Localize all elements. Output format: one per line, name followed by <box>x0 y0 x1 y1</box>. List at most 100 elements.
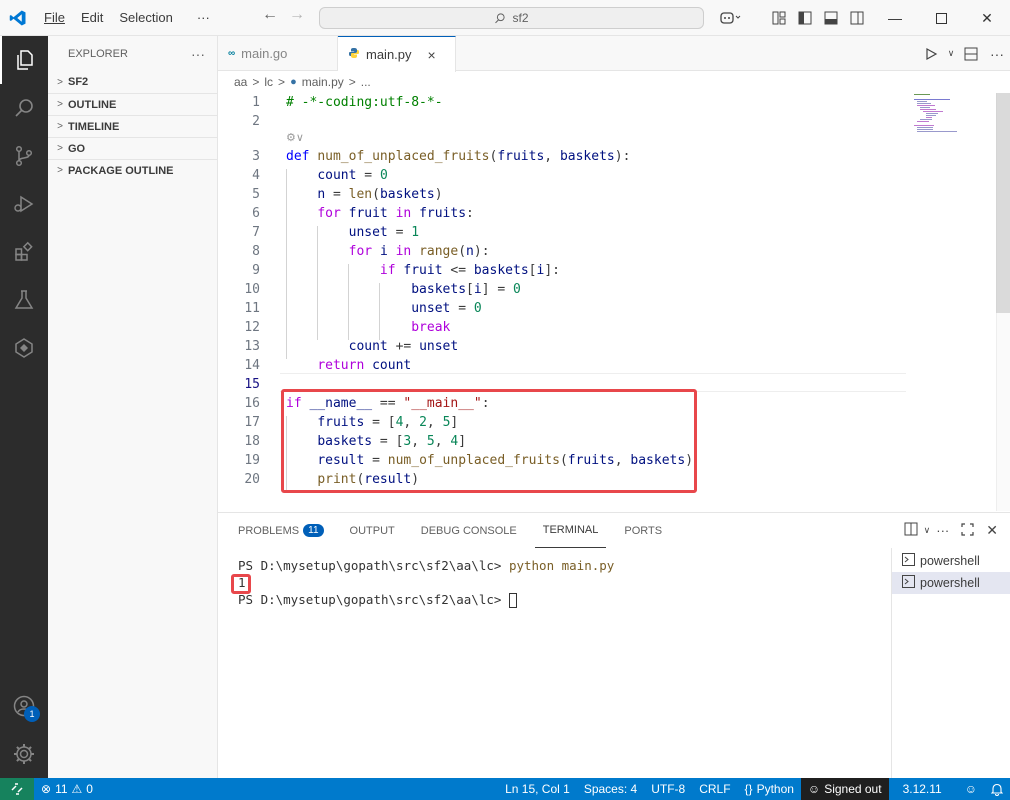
tab-main-py[interactable]: main.py × <box>338 36 456 72</box>
menu-edit[interactable]: Edit <box>73 0 111 36</box>
copilot-icon[interactable] <box>714 0 748 36</box>
toggle-sidebar-icon[interactable] <box>792 0 818 36</box>
indentation[interactable]: Spaces: 4 <box>577 778 644 800</box>
copilot-status-icon[interactable]: ☺ <box>949 778 984 800</box>
close-window-button[interactable]: ✕ <box>964 0 1010 36</box>
section-go[interactable]: > GO <box>48 137 217 159</box>
terminal-line[interactable]: PS D:\mysetup\gopath\src\sf2\aa\lc> <box>238 591 517 608</box>
terminal-prompt: PS D:\mysetup\gopath\src\sf2\aa\lc> <box>238 592 509 607</box>
section-timeline[interactable]: > TIMELINE <box>48 115 217 137</box>
breadcrumb-file[interactable]: main.py <box>302 75 344 89</box>
menu-selection-label: Selection <box>119 9 173 25</box>
explorer-icon[interactable] <box>0 36 48 84</box>
language-mode[interactable]: {} Python <box>738 778 801 800</box>
code-editor[interactable]: 1 # -*-coding:utf-8-*- 2 ⚙∨ 3 def num_of_u… <box>218 93 1010 511</box>
run-debug-icon[interactable] <box>0 180 48 228</box>
settings-gear-icon[interactable] <box>0 730 48 778</box>
menu-selection[interactable]: Selection <box>111 0 180 36</box>
tab-main-go[interactable]: ∞ main.go <box>218 36 338 71</box>
breadcrumb-symbols[interactable]: ... <box>361 75 371 89</box>
end-of-line[interactable]: CRLF <box>692 778 737 800</box>
section-package-outline[interactable]: > PACKAGE OUTLINE <box>48 159 217 181</box>
menu-file[interactable]: File <box>36 0 73 36</box>
line-number: 17 <box>244 415 260 430</box>
bottom-panel: PROBLEMS 11 OUTPUT DEBUG CONSOLE TERMINAL… <box>218 512 1010 779</box>
source-control-icon[interactable] <box>0 132 48 180</box>
vscode-logo-icon <box>0 0 36 36</box>
breadcrumb-aa[interactable]: aa <box>234 75 247 89</box>
terminal-instance-2[interactable]: powershell <box>892 572 1010 594</box>
token: n <box>466 244 474 259</box>
panel-more-icon[interactable]: ··· <box>936 523 949 538</box>
back-arrow-icon[interactable]: ← <box>258 6 282 24</box>
tab-ports[interactable]: PORTS <box>616 513 670 548</box>
terminal-cursor <box>508 593 517 608</box>
token: baskets <box>559 149 615 164</box>
tab-problems[interactable]: PROBLEMS 11 <box>230 513 332 548</box>
extensions-icon[interactable] <box>0 228 48 276</box>
terminal-layout-icon[interactable] <box>904 522 918 539</box>
testing-flask-icon[interactable] <box>0 276 48 324</box>
scrollbar-thumb[interactable] <box>996 93 1010 313</box>
remote-indicator-icon[interactable] <box>0 778 34 800</box>
close-panel-icon[interactable]: ✕ <box>986 522 998 539</box>
menu-more-button[interactable]: ··· <box>189 0 218 36</box>
maximize-panel-icon[interactable] <box>961 522 974 539</box>
editor-more-actions-icon[interactable]: ··· <box>984 36 1010 72</box>
encoding[interactable]: UTF-8 <box>644 778 692 800</box>
line-number: 7 <box>252 225 260 240</box>
tab-terminal[interactable]: TERMINAL <box>534 513 607 548</box>
sidebar-more-button[interactable]: ··· <box>191 46 205 62</box>
line-number: 10 <box>244 282 260 297</box>
run-python-file-icon[interactable] <box>918 36 944 72</box>
cursor-position[interactable]: Ln 15, Col 1 <box>498 778 577 800</box>
minimap[interactable] <box>914 93 968 133</box>
section-sf2[interactable]: > SF2 <box>48 71 217 93</box>
minimize-button[interactable]: — <box>872 0 918 36</box>
token: 0 <box>473 301 482 316</box>
maximize-button[interactable] <box>918 0 964 36</box>
line-code: baskets[i] = 0 <box>411 282 521 297</box>
sidebar-title: EXPLORER <box>68 47 128 60</box>
token: baskets <box>379 187 435 202</box>
tab-close-icon[interactable]: × <box>428 47 436 63</box>
line-number: 16 <box>244 396 260 411</box>
toggle-panel-icon[interactable] <box>818 0 844 36</box>
copilot-signed-out[interactable]: ☺ Signed out <box>800 778 889 800</box>
split-editor-icon[interactable] <box>958 36 984 72</box>
command-center-search[interactable]: sf2 <box>319 7 704 29</box>
command-center-text: sf2 <box>512 11 529 25</box>
accounts-icon[interactable]: 1 <box>0 682 48 730</box>
token: baskets <box>411 282 467 297</box>
code-line: 11 unset = 0 <box>218 299 918 318</box>
python-file-icon <box>348 47 360 62</box>
accounts-badge: 1 <box>24 706 40 722</box>
section-outline[interactable]: > OUTLINE <box>48 93 217 115</box>
editor-scrollbar[interactable] <box>996 93 1010 511</box>
customize-layout-icon[interactable] <box>766 0 792 36</box>
line-number: 12 <box>244 320 260 335</box>
problems-status[interactable]: ⊗ 11 ⚠ 0 <box>34 778 100 800</box>
tab-output[interactable]: OUTPUT <box>342 513 403 548</box>
token: in <box>395 244 412 259</box>
explorer-sidebar: EXPLORER ··· > SF2 > OUTLINE > TIMELINE > GO… <box>48 36 218 778</box>
section-outline-label: OUTLINE <box>68 98 117 111</box>
forward-arrow-icon[interactable]: → <box>285 6 309 24</box>
tab-debug-console[interactable]: DEBUG CONSOLE <box>413 513 525 548</box>
activity-bar: 1 <box>0 36 48 778</box>
chevron-down-icon[interactable]: ∨ <box>924 525 931 536</box>
toggle-secondary-sidebar-icon[interactable] <box>844 0 870 36</box>
terminal-instance-1[interactable]: powershell <box>892 550 1010 572</box>
annotation-highlight-box <box>281 389 697 493</box>
line-code: break <box>286 318 450 337</box>
breadcrumb-lc[interactable]: lc <box>264 75 273 89</box>
warning-count: 0 <box>86 782 93 796</box>
notifications-bell-icon[interactable] <box>984 778 1010 800</box>
run-code-lens-icon[interactable]: ⚙∨ <box>286 131 304 147</box>
go-file-icon: ∞ <box>228 48 236 59</box>
search-icon[interactable] <box>0 84 48 132</box>
run-options-chevron-icon[interactable]: ∨ <box>944 36 958 72</box>
breadcrumb-separator: > <box>278 75 286 89</box>
python-version[interactable]: 3.12.11 <box>889 778 949 800</box>
remote-explorer-icon[interactable] <box>0 324 48 372</box>
